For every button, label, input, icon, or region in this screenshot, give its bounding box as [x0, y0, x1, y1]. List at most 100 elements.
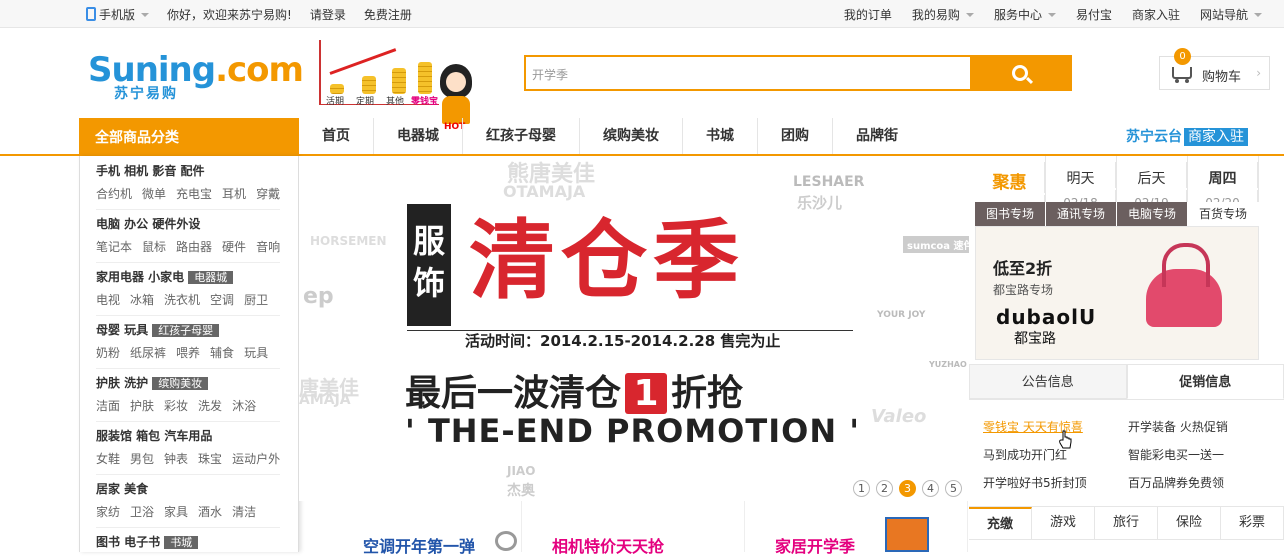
- category-link[interactable]: 纸尿裤: [130, 344, 166, 361]
- category-tag[interactable]: 电器城: [188, 271, 233, 284]
- merchant-entry-link[interactable]: 苏宁云台商家入驻: [1126, 126, 1248, 146]
- tab-computer[interactable]: 电脑专场: [1117, 202, 1188, 226]
- day-tab[interactable]: 聚惠02/17: [975, 156, 1046, 202]
- category-link[interactable]: 洁面: [96, 397, 120, 414]
- category-title[interactable]: 母婴 玩具: [96, 323, 148, 337]
- category-link[interactable]: 沐浴: [232, 397, 256, 414]
- mobile-link[interactable]: 手机版: [86, 6, 149, 23]
- tab-books[interactable]: 图书专场: [975, 202, 1046, 226]
- tab-lottery[interactable]: 彩票: [1221, 507, 1284, 539]
- category-link[interactable]: 冰箱: [130, 291, 154, 308]
- category-title[interactable]: 图书 电子书: [96, 535, 160, 549]
- carousel-dot[interactable]: 5: [945, 480, 962, 497]
- login-link[interactable]: 请登录: [310, 6, 346, 23]
- category-link[interactable]: 卫浴: [130, 503, 154, 520]
- category-group[interactable]: 电脑 办公 硬件外设 笔记本鼠标路由器硬件音响: [96, 215, 280, 263]
- merchant-join-link[interactable]: 商家入驻: [1132, 6, 1180, 23]
- nav-baby[interactable]: 红孩子母婴: [463, 118, 580, 154]
- category-group[interactable]: 手机 相机 影音 配件 合约机微单充电宝耳机穿戴: [96, 162, 280, 210]
- tab-notice[interactable]: 公告信息: [969, 364, 1127, 399]
- news-link[interactable]: 智能彩电买一送一: [1128, 446, 1273, 463]
- category-link[interactable]: 空调: [210, 291, 234, 308]
- dubaolu-ad[interactable]: 低至2折 都宝路专场 dubaolU 都宝路: [975, 226, 1259, 360]
- all-categories-button[interactable]: 全部商品分类: [79, 118, 299, 154]
- nav-books[interactable]: 书城: [683, 118, 758, 154]
- category-group[interactable]: 护肤 洗护缤购美妆 洁面护肤彩妆洗发沐浴: [96, 374, 280, 422]
- category-link[interactable]: 玩具: [244, 344, 268, 361]
- category-link[interactable]: 音响: [256, 238, 280, 255]
- yifubao-link[interactable]: 易付宝: [1076, 6, 1112, 23]
- category-link[interactable]: 充电宝: [176, 185, 212, 202]
- carousel-dot-active[interactable]: 3: [899, 480, 916, 497]
- site-nav-link[interactable]: 网站导航: [1200, 6, 1262, 23]
- category-group[interactable]: 图书 电子书书城: [96, 533, 280, 553]
- cart-button[interactable]: 0 购物车 ›: [1159, 56, 1270, 90]
- category-link[interactable]: 路由器: [176, 238, 212, 255]
- category-link[interactable]: 酒水: [198, 503, 222, 520]
- category-group[interactable]: 居家 美食 家纺卫浴家具酒水清洁: [96, 480, 280, 528]
- category-link[interactable]: 电视: [96, 291, 120, 308]
- category-title[interactable]: 服装馆 箱包 汽车用品: [96, 429, 212, 443]
- tab-telecom[interactable]: 通讯专场: [1046, 202, 1117, 226]
- category-link[interactable]: 洗衣机: [164, 291, 200, 308]
- promo-tile[interactable]: 相机特价天天抢: [522, 501, 745, 552]
- news-link[interactable]: 开学啦好书5折封顶: [983, 474, 1128, 491]
- nav-appliances[interactable]: 电器城: [374, 118, 463, 154]
- category-title[interactable]: 护肤 洗护: [96, 376, 148, 390]
- nav-group-buy[interactable]: 团购: [758, 118, 833, 154]
- register-link[interactable]: 免费注册: [364, 6, 412, 23]
- promo-tile[interactable]: 家居开学季: [745, 501, 968, 552]
- tab-games[interactable]: 游戏: [1032, 507, 1095, 539]
- category-group[interactable]: 母婴 玩具红孩子母婴 奶粉纸尿裤喂养辅食玩具: [96, 321, 280, 369]
- category-link[interactable]: 硬件: [222, 238, 246, 255]
- category-group[interactable]: 服装馆 箱包 汽车用品 女鞋男包钟表珠宝运动户外: [96, 427, 280, 475]
- news-link[interactable]: 马到成功开门红: [983, 446, 1128, 463]
- nav-beauty[interactable]: 缤购美妆: [580, 118, 683, 154]
- category-link[interactable]: 鼠标: [142, 238, 166, 255]
- category-title[interactable]: 电脑 办公 硬件外设: [96, 217, 200, 231]
- news-link[interactable]: 百万品牌券免费领: [1128, 474, 1273, 491]
- tab-travel[interactable]: 旅行: [1095, 507, 1158, 539]
- category-link[interactable]: 清洁: [232, 503, 256, 520]
- category-title[interactable]: 手机 相机 影音 配件: [96, 164, 205, 178]
- carousel-dot[interactable]: 4: [922, 480, 939, 497]
- category-tag[interactable]: 书城: [164, 536, 198, 549]
- tab-insurance[interactable]: 保险: [1158, 507, 1221, 539]
- nav-brands[interactable]: 品牌街: [833, 118, 921, 154]
- nav-home[interactable]: 首页: [299, 118, 374, 154]
- category-link[interactable]: 喂养: [176, 344, 200, 361]
- category-link[interactable]: 女鞋: [96, 450, 120, 467]
- category-link[interactable]: 笔记本: [96, 238, 132, 255]
- category-link[interactable]: 护肤: [130, 397, 154, 414]
- tab-promotions[interactable]: 促销信息: [1127, 364, 1284, 399]
- category-link[interactable]: 钟表: [164, 450, 188, 467]
- tab-recharge[interactable]: 充缴: [969, 507, 1032, 539]
- day-tab[interactable]: 后天02/19: [1117, 156, 1188, 202]
- category-link[interactable]: 家纺: [96, 503, 120, 520]
- carousel-dot[interactable]: 1: [853, 480, 870, 497]
- category-group[interactable]: 家用电器 小家电电器城 电视冰箱洗衣机空调厨卫: [96, 268, 280, 316]
- category-link[interactable]: 运动户外: [232, 450, 280, 467]
- day-tab-today[interactable]: 周四02/20: [1188, 156, 1259, 202]
- category-link[interactable]: 穿戴: [256, 185, 280, 202]
- category-link[interactable]: 微单: [142, 185, 166, 202]
- category-link[interactable]: 男包: [130, 450, 154, 467]
- search-button[interactable]: [970, 57, 1070, 89]
- tab-department[interactable]: 百货专场: [1188, 202, 1259, 226]
- category-link[interactable]: 彩妆: [164, 397, 188, 414]
- category-title[interactable]: 家用电器 小家电: [96, 270, 184, 284]
- my-orders-link[interactable]: 我的订单: [844, 6, 892, 23]
- category-link[interactable]: 奶粉: [96, 344, 120, 361]
- promo-tile[interactable]: 空调开年第一弹: [299, 501, 522, 552]
- category-link[interactable]: 厨卫: [244, 291, 268, 308]
- category-link[interactable]: 家具: [164, 503, 188, 520]
- hero-banner[interactable]: 熊唐美佳 OTAMAJA LESHAER 乐沙儿 HORSEMEN sumcoa…: [299, 156, 969, 501]
- category-link[interactable]: 辅食: [210, 344, 234, 361]
- category-tag[interactable]: 红孩子母婴: [152, 324, 219, 337]
- carousel-dot[interactable]: 2: [876, 480, 893, 497]
- my-suning-link[interactable]: 我的易购: [912, 6, 974, 23]
- day-tab[interactable]: 明天02/18: [1046, 156, 1117, 202]
- news-link[interactable]: 开学装备 火热促销: [1128, 418, 1273, 435]
- category-link[interactable]: 耳机: [222, 185, 246, 202]
- category-link[interactable]: 洗发: [198, 397, 222, 414]
